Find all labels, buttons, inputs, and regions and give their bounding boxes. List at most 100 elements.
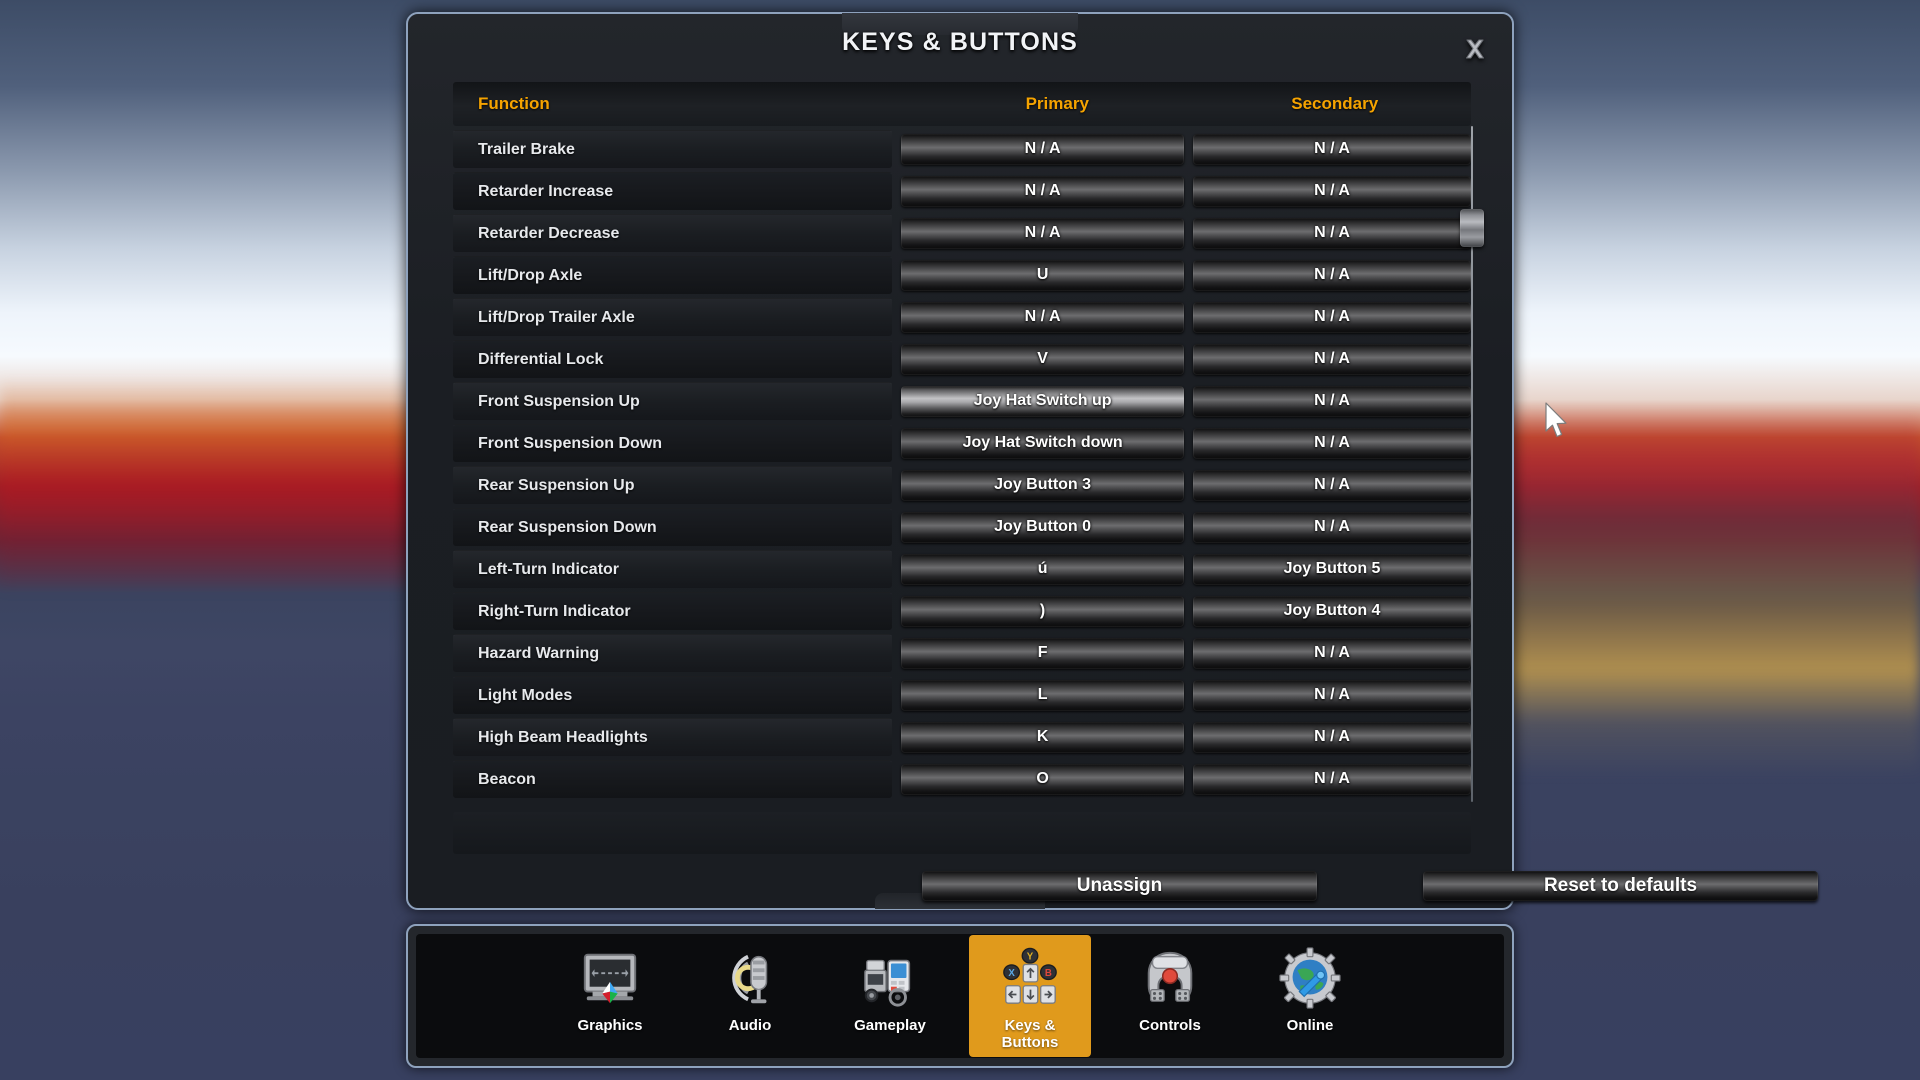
- primary-binding-label: F: [1037, 644, 1048, 661]
- cell-gap: [1184, 382, 1193, 420]
- primary-binding-label: K: [1036, 728, 1049, 745]
- cell-gap: [892, 172, 901, 210]
- nav-item-gameplay[interactable]: Gameplay: [829, 935, 951, 1057]
- primary-binding-button[interactable]: N / A: [901, 301, 1185, 333]
- secondary-binding-button[interactable]: N / A: [1193, 721, 1471, 753]
- primary-binding-button[interactable]: L: [901, 679, 1185, 711]
- function-cell: Retarder Decrease: [453, 214, 893, 252]
- primary-binding-button[interactable]: K: [901, 721, 1185, 753]
- cell-gap: [892, 718, 901, 756]
- nav-item-audio[interactable]: Audio: [689, 935, 811, 1057]
- function-label: Rear Suspension Down: [478, 518, 657, 536]
- vertical-scrollbar[interactable]: [1460, 126, 1484, 802]
- cell-gap: [892, 466, 901, 504]
- primary-binding-button[interactable]: N / A: [901, 175, 1185, 207]
- function-label: Retarder Decrease: [478, 224, 620, 242]
- cell-gap: [892, 550, 901, 588]
- primary-binding-label: O: [1036, 770, 1049, 787]
- settings-navigation-items: Graphics Audio Gameplay Y X B Keys & But…: [416, 934, 1504, 1058]
- svg-text:B: B: [1045, 968, 1052, 979]
- secondary-binding-button[interactable]: N / A: [1193, 637, 1471, 669]
- secondary-binding-label: N / A: [1314, 266, 1350, 283]
- secondary-cell: N / A: [1193, 427, 1471, 459]
- primary-binding-button[interactable]: F: [901, 637, 1185, 669]
- primary-binding-button[interactable]: Joy Button 0: [901, 511, 1185, 543]
- secondary-binding-label: N / A: [1314, 350, 1350, 367]
- nav-item-controls[interactable]: Controls: [1109, 935, 1231, 1057]
- secondary-binding-button[interactable]: N / A: [1193, 763, 1471, 795]
- primary-binding-label: N / A: [1024, 308, 1061, 325]
- secondary-cell: N / A: [1193, 721, 1471, 753]
- secondary-binding-button[interactable]: N / A: [1193, 133, 1471, 165]
- table-row: High Beam Headlights K N / A: [453, 718, 1471, 756]
- primary-binding-button[interactable]: V: [901, 343, 1185, 375]
- secondary-binding-label: N / A: [1314, 770, 1350, 787]
- cell-gap: [892, 592, 901, 630]
- primary-cell: K: [901, 721, 1185, 753]
- primary-cell: ): [901, 595, 1185, 627]
- table-row: Hazard Warning F N / A: [453, 634, 1471, 672]
- function-label: Beacon: [478, 770, 536, 788]
- secondary-cell: N / A: [1193, 679, 1471, 711]
- column-header-secondary-label: Secondary: [1291, 94, 1379, 113]
- primary-binding-button[interactable]: O: [901, 763, 1185, 795]
- primary-binding-button[interactable]: U: [901, 259, 1185, 291]
- secondary-cell: Joy Button 5: [1193, 553, 1471, 585]
- cell-gap: [892, 634, 901, 672]
- secondary-binding-button[interactable]: N / A: [1193, 469, 1471, 501]
- secondary-binding-button[interactable]: N / A: [1193, 679, 1471, 711]
- primary-binding-button[interactable]: Joy Button 3: [901, 469, 1185, 501]
- nav-item-graphics[interactable]: Graphics: [549, 935, 671, 1057]
- unassign-button[interactable]: Unassign: [922, 871, 1317, 901]
- secondary-binding-button[interactable]: N / A: [1193, 427, 1471, 459]
- cell-gap: [1184, 760, 1193, 798]
- rows-footer-strip: [453, 812, 1471, 854]
- cell-gap: [892, 424, 901, 462]
- primary-binding-button[interactable]: Joy Hat Switch up: [901, 385, 1185, 417]
- secondary-cell: N / A: [1193, 343, 1471, 375]
- function-label: Left-Turn Indicator: [478, 560, 620, 578]
- secondary-binding-button[interactable]: N / A: [1193, 259, 1471, 291]
- nav-item-label: Audio: [728, 1017, 772, 1034]
- function-cell: Light Modes: [453, 676, 893, 714]
- function-cell: Right-Turn Indicator: [453, 592, 893, 630]
- secondary-binding-button[interactable]: N / A: [1193, 385, 1471, 417]
- column-header-primary-label: Primary: [1025, 94, 1089, 113]
- primary-binding-button[interactable]: N / A: [901, 133, 1185, 165]
- cell-gap: [892, 340, 901, 378]
- primary-binding-button[interactable]: ú: [901, 553, 1185, 585]
- secondary-binding-button[interactable]: N / A: [1193, 301, 1471, 333]
- function-cell: Rear Suspension Down: [453, 508, 893, 546]
- cell-gap: [1184, 424, 1193, 462]
- primary-cell: Joy Hat Switch up: [901, 385, 1185, 417]
- secondary-binding-button[interactable]: Joy Button 4: [1193, 595, 1471, 627]
- function-label: Front Suspension Down: [478, 434, 662, 452]
- cell-gap: [1184, 340, 1193, 378]
- secondary-binding-button[interactable]: N / A: [1193, 217, 1471, 249]
- cell-gap: [892, 298, 901, 336]
- nav-item-keys-buttons[interactable]: Y X B Keys & Buttons: [969, 935, 1091, 1057]
- cell-gap: [1184, 256, 1193, 294]
- function-cell: Lift/Drop Axle: [453, 256, 893, 294]
- primary-cell: Joy Button 0: [901, 511, 1185, 543]
- secondary-binding-button[interactable]: N / A: [1193, 511, 1471, 543]
- secondary-binding-button[interactable]: N / A: [1193, 343, 1471, 375]
- nav-item-online[interactable]: Online: [1249, 935, 1371, 1057]
- primary-binding-button[interactable]: Joy Hat Switch down: [901, 427, 1185, 459]
- primary-binding-button[interactable]: N / A: [901, 217, 1185, 249]
- column-header-secondary: Secondary: [1198, 94, 1471, 114]
- scrollbar-thumb[interactable]: [1460, 209, 1484, 247]
- secondary-binding-button[interactable]: N / A: [1193, 175, 1471, 207]
- function-cell: Rear Suspension Up: [453, 466, 893, 504]
- secondary-binding-button[interactable]: Joy Button 5: [1193, 553, 1471, 585]
- function-label: Retarder Increase: [478, 182, 614, 200]
- cell-gap: [1184, 172, 1193, 210]
- primary-binding-label: V: [1037, 350, 1048, 367]
- function-cell: Front Suspension Down: [453, 424, 893, 462]
- settings-navigation-bar: Graphics Audio Gameplay Y X B Keys & But…: [406, 924, 1514, 1068]
- cell-gap: [892, 256, 901, 294]
- reset-to-defaults-button[interactable]: Reset to defaults: [1423, 871, 1818, 901]
- primary-binding-button[interactable]: ): [901, 595, 1185, 627]
- close-icon[interactable]: [1460, 34, 1490, 64]
- function-label: Differential Lock: [478, 350, 604, 368]
